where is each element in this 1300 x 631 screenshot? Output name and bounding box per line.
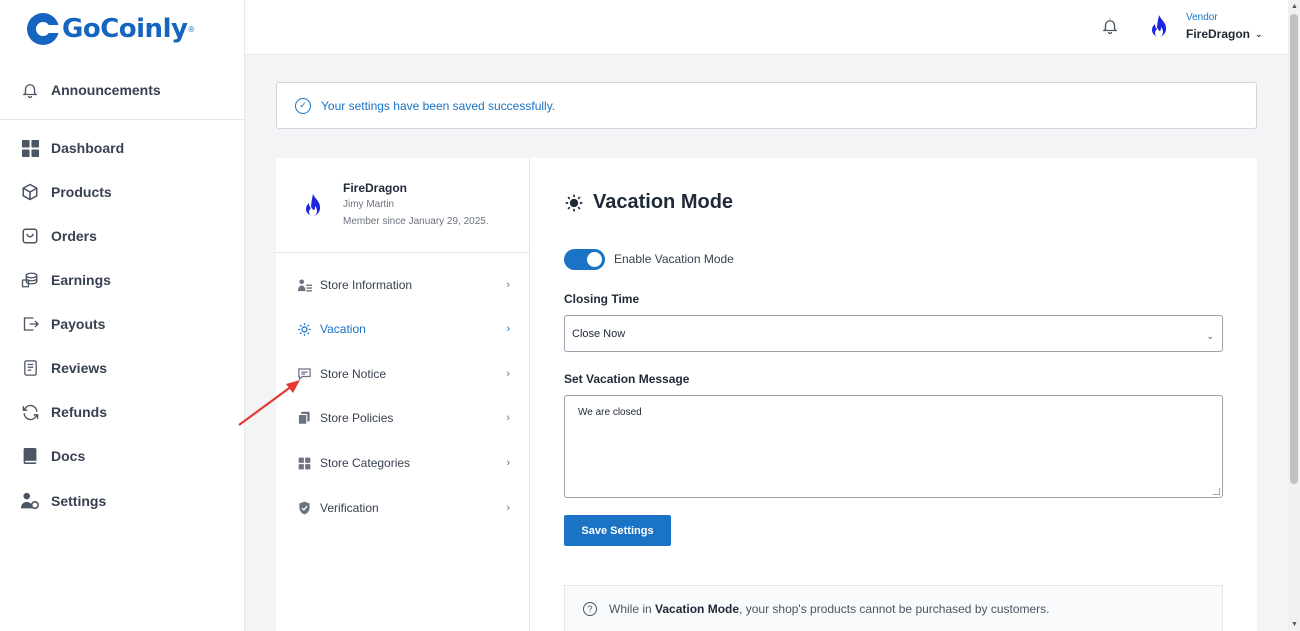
vacation-message-textarea[interactable]: We are closed xyxy=(564,395,1223,498)
settings-nav-panel: FireDragon Jimy Martin Member since Janu… xyxy=(276,158,530,631)
annotation-arrow-icon xyxy=(236,378,302,433)
sidebar-item-label: Dashboard xyxy=(51,140,125,156)
sidebar-item-label: Payouts xyxy=(51,316,106,332)
page-title: Vacation Mode xyxy=(564,191,733,214)
scrollbar-thumb[interactable] xyxy=(1290,14,1298,484)
member-since: Member since January 29, 2025. xyxy=(343,216,489,227)
box-icon xyxy=(20,182,40,202)
username: FireDragon xyxy=(1186,27,1251,41)
clipboard-icon xyxy=(20,358,40,378)
bell-icon xyxy=(20,80,40,100)
store-name: FireDragon xyxy=(343,181,408,195)
panel-divider xyxy=(276,252,530,253)
owner-name: Jimy Martin xyxy=(343,199,395,210)
scroll-up-arrow-icon[interactable]: ▲ xyxy=(1291,3,1298,10)
sidebar-item-settings[interactable]: Settings xyxy=(20,489,106,513)
menu-label: Vacation xyxy=(320,322,366,336)
shield-icon xyxy=(296,500,312,516)
info-text: While in Vacation Mode, your shop's prod… xyxy=(609,601,1050,616)
settings-menu-store-policies[interactable]: Store Policies › xyxy=(296,407,510,429)
page-scrollbar[interactable]: ▲ ▼ xyxy=(1288,0,1300,631)
sidebar-item-label: Refunds xyxy=(51,404,107,420)
sidebar-item-refunds[interactable]: Refunds xyxy=(20,400,107,424)
orders-icon xyxy=(20,226,40,246)
sun-icon xyxy=(296,321,312,337)
chevron-right-icon: › xyxy=(506,323,510,335)
sidebar-item-orders[interactable]: Orders xyxy=(20,224,97,248)
refresh-icon xyxy=(20,402,40,422)
question-circle-icon: ? xyxy=(583,601,597,616)
sidebar-item-announcements[interactable]: Announcements xyxy=(20,78,161,102)
sidebar-item-label: Settings xyxy=(51,493,107,509)
user-avatar-flame-icon[interactable] xyxy=(1149,14,1169,43)
closing-time-label: Closing Time xyxy=(564,292,640,306)
check-circle-icon: ✓ xyxy=(295,97,311,114)
sidebar-item-products[interactable]: Products xyxy=(20,180,112,204)
menu-label: Store Notice xyxy=(320,367,387,381)
settings-menu-store-information[interactable]: Store Information › xyxy=(296,274,510,296)
menu-label: Store Policies xyxy=(320,411,394,425)
sidebar-item-docs[interactable]: Docs xyxy=(20,444,85,468)
vacation-settings-panel: Vacation Mode Enable Vacation Mode Closi… xyxy=(530,158,1257,631)
payout-arrow-icon xyxy=(20,314,40,334)
user-menu-button[interactable]: FireDragon ⌄ xyxy=(1186,27,1263,41)
chevron-right-icon: › xyxy=(506,368,510,380)
chevron-right-icon: › xyxy=(506,457,510,469)
brand-logo[interactable]: GoCoinly ® xyxy=(27,11,194,47)
chevron-right-icon: › xyxy=(506,279,510,291)
sidebar-item-label: Announcements xyxy=(51,82,161,98)
sidebar-item-label: Earnings xyxy=(51,272,111,288)
sidebar-item-dashboard[interactable]: Dashboard xyxy=(20,136,124,160)
sidebar-item-label: Reviews xyxy=(51,360,108,376)
info-note: ? While in Vacation Mode, your shop's pr… xyxy=(564,585,1223,631)
sidebar: GoCoinly ® Announcements Dashboard Produ… xyxy=(0,0,245,631)
vacation-message-label: Set Vacation Message xyxy=(564,372,690,386)
sidebar-divider xyxy=(0,119,245,120)
alert-message: Your settings have been saved successful… xyxy=(321,98,556,113)
logo-mark-icon xyxy=(27,13,61,45)
user-role: Vendor xyxy=(1186,12,1218,23)
vacation-message-value: We are closed xyxy=(578,407,642,418)
success-alert: ✓ Your settings have been saved successf… xyxy=(276,82,1257,129)
chevron-right-icon: › xyxy=(506,412,510,424)
book-icon xyxy=(20,446,40,466)
dashboard-grid-icon xyxy=(20,138,40,158)
sidebar-item-reviews[interactable]: Reviews xyxy=(20,356,107,380)
sidebar-item-earnings[interactable]: Earnings xyxy=(20,268,111,292)
resize-handle-icon[interactable] xyxy=(1213,488,1220,495)
sidebar-item-label: Orders xyxy=(51,228,97,244)
menu-label: Store Categories xyxy=(320,456,411,470)
settings-menu-vacation[interactable]: Vacation › xyxy=(296,318,510,340)
settings-menu-store-categories[interactable]: Store Categories › xyxy=(296,452,510,474)
closing-time-value: Close Now xyxy=(572,327,626,340)
store-avatar-flame-icon xyxy=(303,191,323,224)
brand-reg: ® xyxy=(188,24,195,34)
brand-name: GoCoinly xyxy=(62,14,188,44)
sidebar-item-label: Docs xyxy=(51,448,86,464)
chevron-right-icon: › xyxy=(506,502,510,514)
notification-bell-icon[interactable] xyxy=(1101,16,1119,36)
user-settings-icon xyxy=(20,491,40,511)
coins-icon xyxy=(20,270,40,290)
closing-time-select[interactable]: Close Now ⌄ xyxy=(564,315,1223,352)
save-settings-button[interactable]: Save Settings xyxy=(564,515,671,546)
toggle-label: Enable Vacation Mode xyxy=(614,252,734,266)
menu-label: Verification xyxy=(320,501,379,515)
store-info-icon xyxy=(296,277,312,293)
toggle-knob xyxy=(587,252,602,267)
sidebar-item-label: Products xyxy=(51,184,112,200)
chevron-down-icon: ⌄ xyxy=(1255,28,1263,39)
settings-menu-verification[interactable]: Verification › xyxy=(296,497,510,519)
vacation-mode-toggle[interactable] xyxy=(564,249,605,270)
grid-icon xyxy=(296,455,312,471)
top-bar: Vendor FireDragon ⌄ xyxy=(245,0,1288,55)
chevron-down-icon: ⌄ xyxy=(1206,331,1214,341)
sun-icon xyxy=(564,193,584,213)
sidebar-item-payouts[interactable]: Payouts xyxy=(20,312,105,336)
scroll-down-arrow-icon[interactable]: ▼ xyxy=(1291,621,1298,628)
page-title-text: Vacation Mode xyxy=(593,191,734,213)
menu-label: Store Information xyxy=(320,278,413,292)
settings-menu-store-notice[interactable]: Store Notice › xyxy=(296,363,510,385)
